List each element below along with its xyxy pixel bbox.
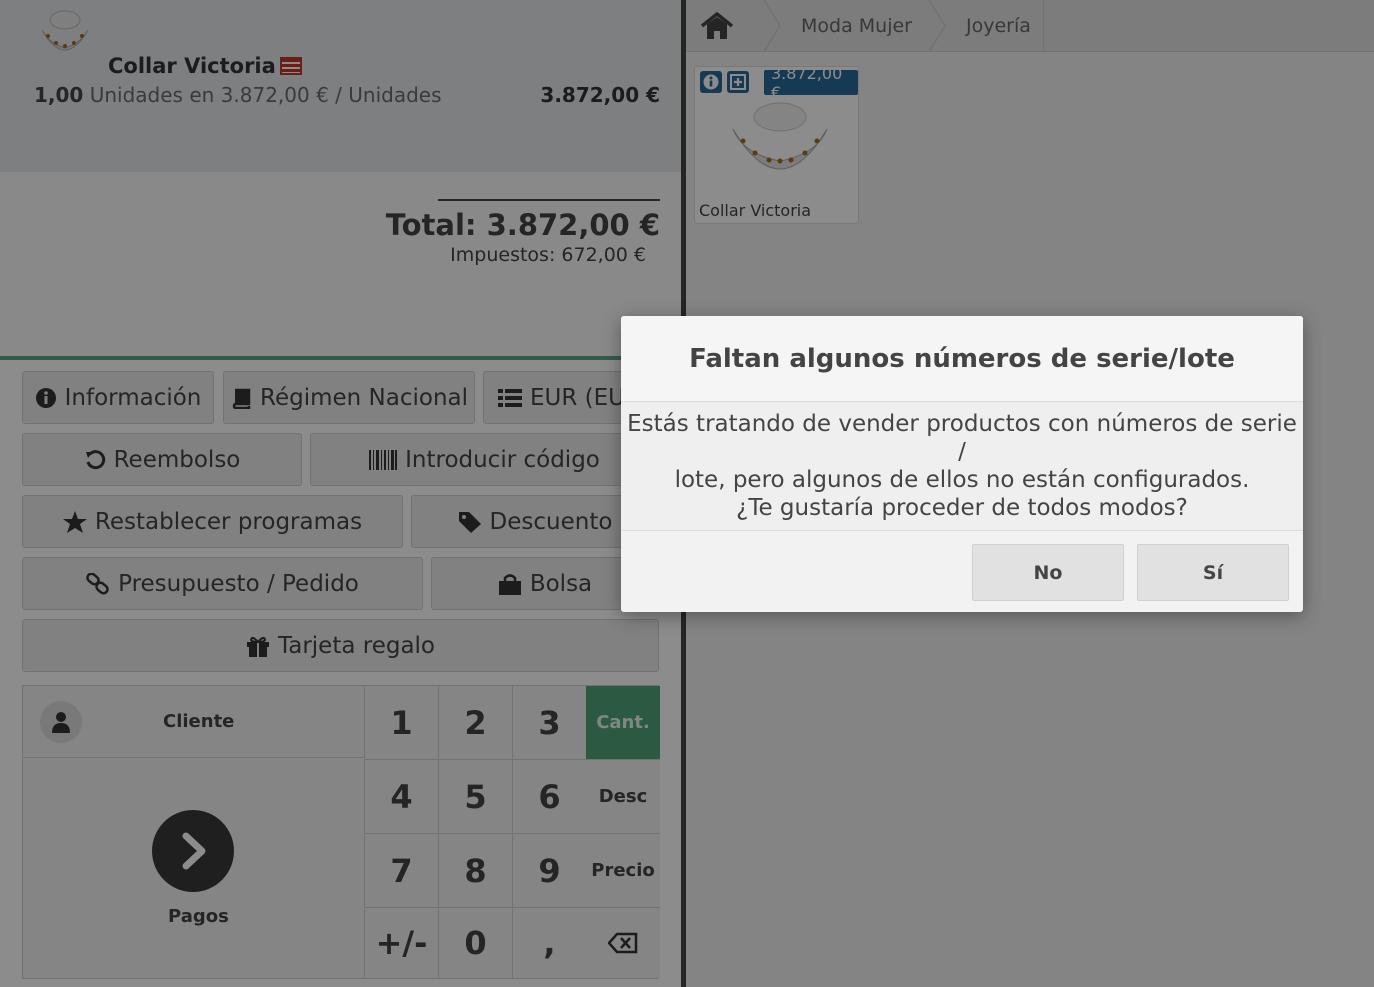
serial-lot-dialog: Faltan algunos números de serie/lote Est… [621,316,1303,612]
dialog-body: Estás tratando de vender productos con n… [621,402,1303,531]
dialog-no-button[interactable]: No [972,544,1124,601]
dialog-title: Faltan algunos números de serie/lote [621,316,1303,402]
dialog-body-line-3: ¿Te gustaría proceder de todos modos? [736,495,1188,521]
dialog-body-line-2: lote, pero algunos de ellos no están con… [674,467,1250,493]
dialog-body-line-1: Estás tratando de vender productos con n… [627,411,1297,465]
dialog-yes-button[interactable]: Sí [1137,544,1289,601]
